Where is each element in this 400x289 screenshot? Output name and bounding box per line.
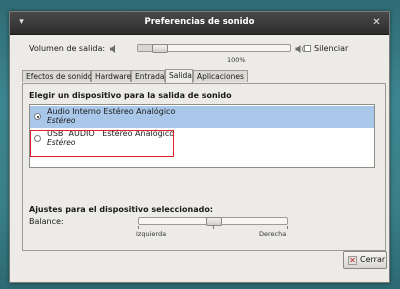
balance-right-label: Derecha (259, 230, 287, 238)
close-icon[interactable]: ✕ (370, 16, 383, 29)
volume-slider-knob[interactable] (152, 44, 168, 53)
device-name: USB AUDIO Estéreo Analógico (47, 129, 175, 138)
device-profile: Estéreo (47, 116, 76, 125)
device-name: Audio Interno Estéreo Analógico (47, 107, 176, 116)
volume-percent: 100% (227, 56, 246, 64)
sound-preferences-window: ▾ Preferencias de sonido ✕ Volumen de sa… (9, 11, 390, 283)
device-list: Audio Interno Estéreo Analógico Estéreo … (29, 104, 375, 168)
tab-hardware[interactable]: Hardware (91, 70, 131, 82)
close-button-label: Cerrar (360, 255, 386, 264)
volume-slider[interactable] (137, 44, 291, 53)
window-title: Preferencias de sonido (144, 17, 255, 27)
balance-tick-left (138, 226, 139, 229)
balance-tick-right (287, 226, 288, 229)
output-tab-panel: Elegir un dispositivo para la salida de … (22, 83, 386, 251)
balance-left-label: Izquierda (136, 230, 167, 238)
device-settings-title: Ajustes para el dispositivo seleccionado… (29, 205, 214, 214)
close-button-icon: ✕ (348, 256, 357, 265)
balance-slider[interactable] (138, 217, 288, 226)
device-row-usb[interactable]: USB AUDIO Estéreo Analógico Estéreo (30, 128, 374, 150)
tab-sound-effects[interactable]: Efectos de sonido (22, 70, 92, 82)
tab-applications[interactable]: Aplicaciones (193, 70, 248, 82)
speaker-low-icon (110, 45, 115, 53)
device-radio[interactable] (34, 113, 41, 120)
tab-output[interactable]: Salida (165, 69, 193, 83)
device-radio[interactable] (34, 135, 41, 142)
device-profile: Estéreo (47, 138, 76, 147)
balance-tick-center (213, 226, 214, 229)
balance-slider-knob[interactable] (206, 217, 222, 226)
close-button[interactable]: ✕ Cerrar (343, 251, 387, 269)
device-row-internal[interactable]: Audio Interno Estéreo Analógico Estéreo (30, 106, 374, 128)
balance-label: Balance: (29, 217, 64, 226)
mute-checkbox[interactable] (304, 45, 311, 52)
tab-input[interactable]: Entrada (131, 70, 165, 82)
volume-label: Volumen de salida: (29, 44, 106, 53)
output-section-title: Elegir un dispositivo para la salida de … (29, 91, 232, 100)
mute-label[interactable]: Silenciar (314, 44, 348, 53)
title-bar[interactable]: ▾ Preferencias de sonido ✕ (10, 12, 389, 35)
